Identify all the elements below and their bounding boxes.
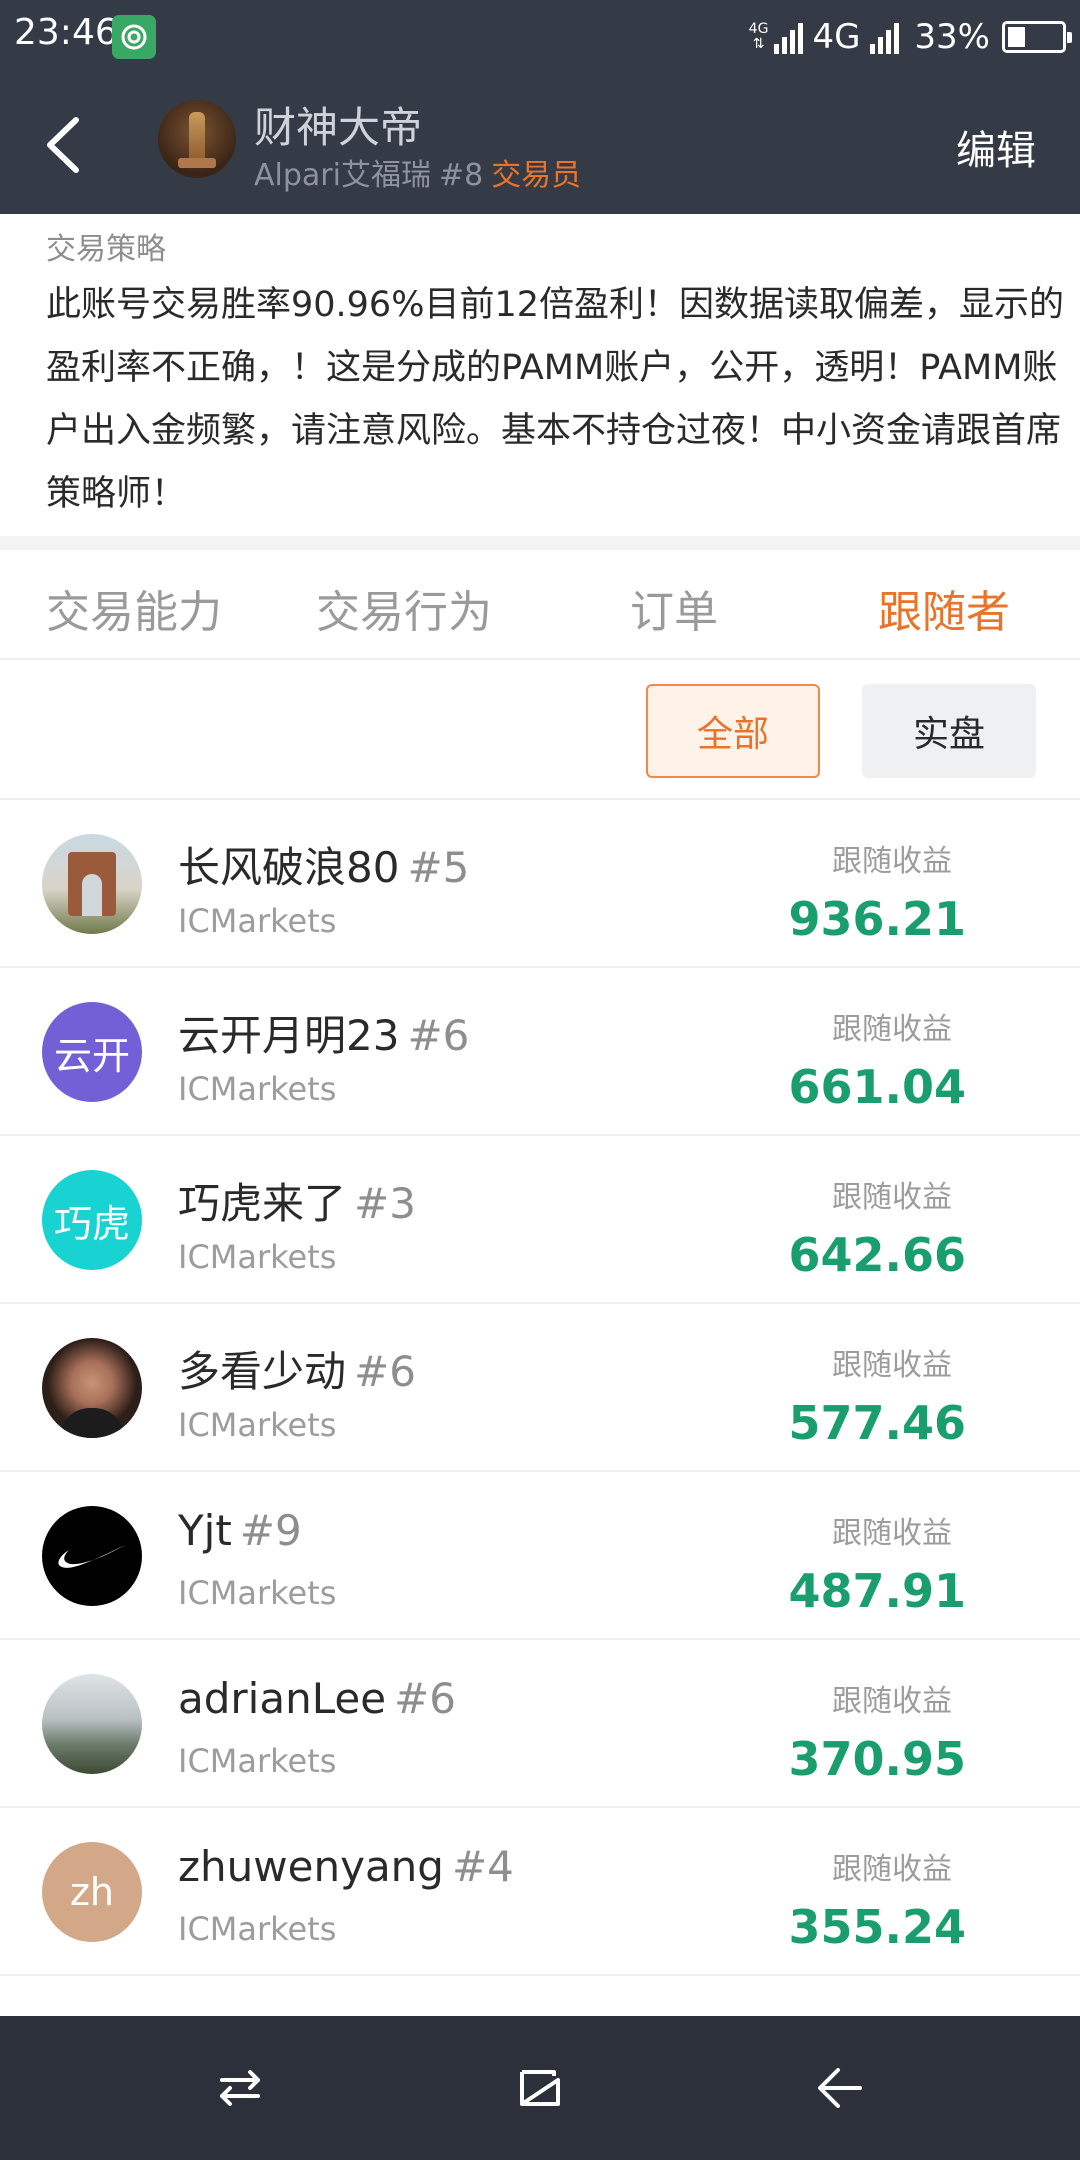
follower-avatar: zh xyxy=(42,1842,142,1942)
follower-rank: #6 xyxy=(354,1347,416,1396)
section-divider xyxy=(0,536,1080,550)
follower-broker: ICMarkets xyxy=(178,1742,337,1780)
profile-avatar[interactable] xyxy=(158,100,236,178)
follower-profit-value: 355.24 xyxy=(788,1900,966,1954)
follower-profit-label: 跟随收益 xyxy=(832,1348,952,1383)
back-arrow-icon[interactable] xyxy=(808,2056,872,2120)
follower-profit-value: 370.95 xyxy=(788,1732,966,1786)
follower-avatar xyxy=(42,834,142,934)
profile-broker: Alpari艾福瑞 xyxy=(254,158,431,193)
follower-profit-label: 跟随收益 xyxy=(832,1852,952,1887)
tab-followers[interactable]: 跟随者 xyxy=(878,576,1010,640)
tab-trading-behavior[interactable]: 交易行为 xyxy=(316,576,492,640)
status-indicators: 4G ⇅ 4G 33% xyxy=(748,12,1072,62)
chevron-left-icon xyxy=(47,117,79,173)
signal-strength-icon xyxy=(774,20,806,54)
profile-subtitle: Alpari艾福瑞 #8 交易员 xyxy=(254,150,581,194)
follower-avatar xyxy=(42,1674,142,1774)
follower-avatar xyxy=(42,1506,142,1606)
network-type-small: 4G ⇅ xyxy=(748,21,769,52)
follower-rank: #3 xyxy=(354,1179,416,1228)
profile-rank: #8 xyxy=(438,158,484,193)
battery-level xyxy=(1008,27,1025,47)
follower-broker: ICMarkets xyxy=(178,1574,337,1612)
follower-name: 长风破浪80 xyxy=(178,843,400,892)
follower-name: 多看少动 xyxy=(178,1347,347,1396)
filter-all-button[interactable]: 全部 xyxy=(646,684,820,778)
follower-name: 巧虎来了 xyxy=(178,1179,347,1228)
follower-profit-label: 跟随收益 xyxy=(832,844,952,879)
profile-name: 财神大帝 xyxy=(254,103,423,152)
profile-header: 财神大帝 Alpari艾福瑞 #8 交易员 编辑 xyxy=(0,74,1080,214)
follower-avatar: 巧虎 xyxy=(42,1170,142,1270)
follower-name-line: 多看少动 #6 xyxy=(178,1338,416,1399)
follower-name-line: 云开月明23 #6 xyxy=(178,1002,469,1063)
follower-rank: #6 xyxy=(407,1011,470,1060)
follower-row[interactable]: 云开 云开月明23 #6 ICMarkets 跟随收益 661.04 xyxy=(0,968,1080,1136)
follower-profit-value: 487.91 xyxy=(788,1564,966,1618)
follower-avatar xyxy=(42,1338,142,1438)
tab-bar: 交易能力 交易行为 订单 跟随者 xyxy=(0,550,1080,660)
follower-row[interactable]: 巧虎 巧虎来了 #3 ICMarkets 跟随收益 642.66 xyxy=(0,1136,1080,1304)
follower-name: adrianLee xyxy=(178,1674,387,1723)
home-square-icon[interactable] xyxy=(508,2056,572,2120)
follower-row[interactable]: 长风破浪80 #5 ICMarkets 跟随收益 936.21 xyxy=(0,800,1080,968)
tab-orders[interactable]: 订单 xyxy=(630,576,718,640)
filter-live-button[interactable]: 实盘 xyxy=(862,684,1036,778)
follower-name-line: zhuwenyang #4 xyxy=(178,1842,514,1891)
follower-row[interactable]: zh zhuwenyang #4 ICMarkets 跟随收益 355.24 xyxy=(0,1808,1080,1976)
follower-avatar: 云开 xyxy=(42,1002,142,1102)
switch-apps-icon[interactable] xyxy=(208,2056,272,2120)
follower-rank: #4 xyxy=(451,1842,514,1891)
follower-rank: #6 xyxy=(394,1674,456,1723)
follower-broker: ICMarkets xyxy=(178,1406,337,1444)
follower-profit-value: 642.66 xyxy=(788,1228,966,1282)
filter-row: 全部 实盘 xyxy=(0,660,1080,800)
follower-name-line: Yjt #9 xyxy=(178,1506,302,1555)
profile-role: 交易员 xyxy=(491,158,582,193)
follower-row[interactable]: Yjt #9 ICMarkets 跟随收益 487.91 xyxy=(0,1472,1080,1640)
follower-name: zhuwenyang xyxy=(178,1842,444,1891)
status-bar: 23:46 4G ⇅ 4G 33% xyxy=(0,0,1080,74)
status-time: 23:46 xyxy=(14,12,118,53)
follower-row[interactable]: 多看少动 #6 ICMarkets 跟随收益 577.46 xyxy=(0,1304,1080,1472)
follower-name-line: 长风破浪80 #5 xyxy=(178,834,469,895)
swoosh-logo-icon xyxy=(58,1545,125,1568)
signal-strength-icon-2 xyxy=(870,20,902,54)
notification-app-icon xyxy=(112,15,156,59)
follower-broker: ICMarkets xyxy=(178,902,337,940)
battery-icon xyxy=(1002,21,1072,53)
strategy-section: 交易策略 此账号交易胜率90.96%目前12倍盈利！因数据读取偏差，显示的盈利率… xyxy=(0,214,1080,536)
battery-percent: 33% xyxy=(914,17,990,57)
follower-name: 云开月明23 xyxy=(178,1011,400,1060)
network-type-label: 4G xyxy=(812,17,861,57)
follower-rank: #5 xyxy=(407,843,470,892)
follower-row[interactable]: adrianLee #6 ICMarkets 跟随收益 370.95 xyxy=(0,1640,1080,1808)
follower-profit-value: 661.04 xyxy=(788,1060,966,1114)
back-button[interactable] xyxy=(34,110,100,180)
follower-name: Yjt xyxy=(178,1506,232,1555)
follower-profit-label: 跟随收益 xyxy=(832,1516,952,1551)
follower-profit-value: 577.46 xyxy=(788,1396,966,1450)
follower-profit-value: 936.21 xyxy=(788,892,966,946)
follower-rank: #9 xyxy=(239,1506,302,1555)
follower-list: 长风破浪80 #5 ICMarkets 跟随收益 936.21 云开 云开月明23… xyxy=(0,800,1080,1976)
strategy-text: 此账号交易胜率90.96%目前12倍盈利！因数据读取偏差，显示的盈利率不正确，！… xyxy=(46,285,1064,514)
follower-name-line: adrianLee #6 xyxy=(178,1674,456,1723)
follower-broker: ICMarkets xyxy=(178,1238,337,1276)
follower-profit-label: 跟随收益 xyxy=(832,1012,952,1047)
system-nav-bar xyxy=(0,2016,1080,2160)
strategy-title: 交易策略 xyxy=(46,232,166,267)
follower-broker: ICMarkets xyxy=(178,1910,337,1948)
follower-broker: ICMarkets xyxy=(178,1070,337,1108)
follower-name-line: 巧虎来了 #3 xyxy=(178,1170,416,1231)
edit-button[interactable]: 编辑 xyxy=(956,118,1036,176)
tab-trading-ability[interactable]: 交易能力 xyxy=(46,576,222,640)
follower-profit-label: 跟随收益 xyxy=(832,1180,952,1215)
follower-profit-label: 跟随收益 xyxy=(832,1684,952,1719)
